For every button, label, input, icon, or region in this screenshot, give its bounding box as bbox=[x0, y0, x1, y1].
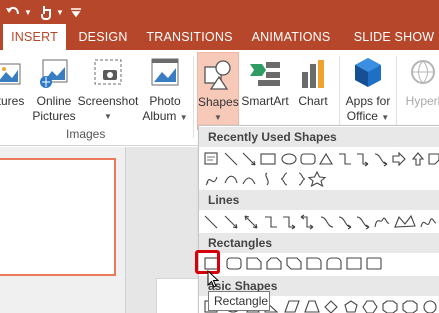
hyperlink-button[interactable]: Hyperl bbox=[400, 52, 439, 130]
slide-thumbnail[interactable] bbox=[0, 158, 116, 276]
photo-album-button[interactable]: Photo Album ▼ bbox=[140, 52, 190, 130]
online-pictures-label-2: Pictures bbox=[32, 109, 76, 123]
rectangles-header: Rectangles bbox=[199, 233, 439, 253]
lines-header: Lines bbox=[199, 190, 439, 210]
recent-shapes-row-1 bbox=[203, 149, 439, 169]
hyperlink-icon bbox=[406, 56, 439, 90]
tab-design[interactable]: DESIGN bbox=[75, 24, 131, 50]
rectangles-row bbox=[203, 254, 439, 274]
tab-slide-show[interactable]: SLIDE SHOW bbox=[349, 24, 439, 50]
rectangle-shapes[interactable] bbox=[203, 254, 439, 274]
shapes-label: Shapes bbox=[198, 95, 239, 109]
apps-dropdown-icon: ▼ bbox=[381, 113, 390, 122]
images-group-label: Images bbox=[66, 127, 106, 141]
recent-shapes-row-2 bbox=[203, 169, 439, 189]
apps-label-1: Apps for bbox=[345, 94, 391, 108]
undo-dropdown-icon[interactable]: ▼ bbox=[24, 8, 32, 17]
photo-album-label-2: Album bbox=[142, 109, 177, 123]
screenshot-icon bbox=[91, 56, 125, 90]
tab-animations[interactable]: ANIMATIONS bbox=[247, 24, 335, 50]
online-pictures-icon bbox=[37, 56, 71, 90]
chart-button[interactable]: Chart bbox=[292, 52, 334, 130]
recently-used-shapes-header: Recently Used Shapes bbox=[199, 127, 439, 147]
smartart-icon bbox=[248, 56, 282, 90]
lines-icons[interactable] bbox=[203, 212, 439, 232]
recent-shapes-icons[interactable] bbox=[203, 149, 439, 169]
photo-album-label-1: Photo bbox=[149, 94, 181, 108]
shapes-icon bbox=[201, 57, 235, 91]
apps-for-office-icon bbox=[351, 56, 385, 90]
undo-icon[interactable] bbox=[2, 2, 24, 22]
photo-album-icon bbox=[148, 56, 182, 90]
customize-icon[interactable] bbox=[66, 2, 86, 22]
chart-label: Chart bbox=[298, 94, 328, 108]
screenshot-label: Screenshot bbox=[77, 94, 139, 108]
shape-tooltip: Rectangle bbox=[208, 291, 270, 311]
photo-album-dropdown-icon: ▼ bbox=[179, 113, 188, 122]
shapes-button[interactable]: Shapes ▼ bbox=[197, 52, 239, 130]
chart-icon bbox=[296, 56, 330, 90]
apps-for-office-button[interactable]: Apps for Office ▼ bbox=[342, 52, 394, 130]
apps-label-2-row: Office ▼ bbox=[342, 109, 394, 125]
smartart-label: SmartArt bbox=[241, 94, 289, 108]
ribbon-tabs: INSERT DESIGN TRANSITIONS ANIMATIONS SLI… bbox=[0, 24, 439, 50]
smartart-button[interactable]: SmartArt bbox=[240, 52, 290, 130]
lines-row bbox=[203, 212, 439, 232]
touch-mode-dropdown-icon[interactable]: ▼ bbox=[56, 8, 64, 17]
tab-transitions[interactable]: TRANSITIONS bbox=[142, 24, 237, 50]
online-pictures-label-1: Online bbox=[36, 94, 72, 108]
recent-shapes-icons-2[interactable] bbox=[203, 169, 439, 189]
group-separator bbox=[193, 56, 194, 138]
photo-album-label-2-row: Album ▼ bbox=[140, 109, 190, 125]
mouse-pointer-icon bbox=[207, 269, 220, 291]
shapes-dropdown-icon: ▼ bbox=[214, 113, 222, 122]
online-pictures-button[interactable]: Online Pictures bbox=[30, 52, 78, 130]
screenshot-button[interactable]: Screenshot ▼ bbox=[77, 52, 139, 130]
hyperlink-label: Hyperl bbox=[405, 94, 439, 108]
touch-mode-icon[interactable] bbox=[36, 2, 56, 22]
shapes-gallery: Recently Used Shapes Lines Rectangles as… bbox=[198, 125, 439, 313]
tab-insert[interactable]: INSERT bbox=[3, 24, 66, 50]
screenshot-dropdown-icon: ▼ bbox=[104, 112, 112, 121]
quick-access-toolbar: ▼ ▼ bbox=[0, 0, 439, 24]
pictures-label: tures bbox=[0, 94, 25, 108]
apps-label-2: Office bbox=[346, 109, 378, 123]
pictures-button[interactable]: tures bbox=[0, 52, 26, 130]
pictures-icon bbox=[0, 56, 30, 90]
